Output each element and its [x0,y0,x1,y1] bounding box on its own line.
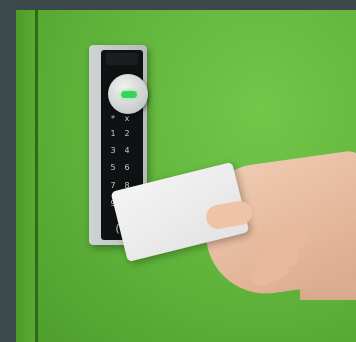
key-3[interactable]: 3 [108,146,118,155]
key-6[interactable]: 6 [122,163,132,172]
key-4[interactable]: 4 [122,146,132,155]
key-star[interactable]: * [108,114,118,123]
key-1[interactable]: 1 [108,129,118,138]
frame-top [0,0,356,10]
lock-display [106,53,138,65]
key-5[interactable]: 5 [108,163,118,172]
key-7[interactable]: 7 [108,181,118,190]
door-edge [16,10,36,342]
frame-left [0,0,16,342]
status-led-icon [121,91,137,98]
photo-scene: * x 1 2 3 4 5 6 7 8 9 (o) [0,0,356,342]
key-x[interactable]: x [122,114,132,123]
key-2[interactable]: 2 [122,129,132,138]
